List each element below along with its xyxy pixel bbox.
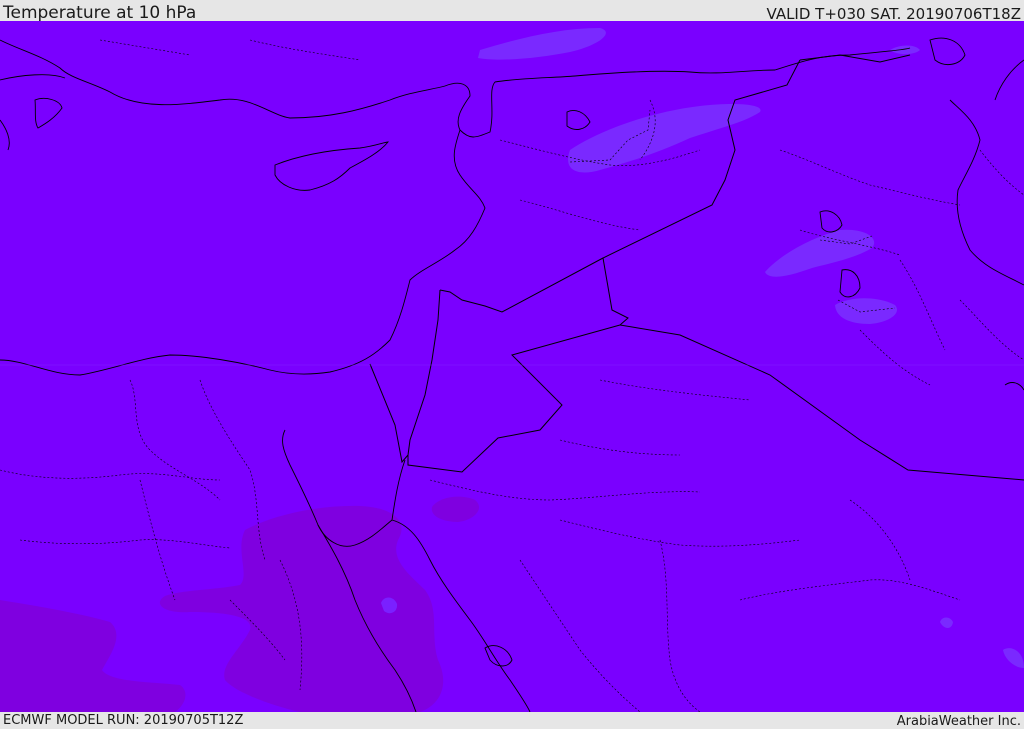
model-run-label: ECMWF MODEL RUN: 20190705T12Z xyxy=(3,713,244,728)
map-area[interactable] xyxy=(0,21,1024,712)
footer-bar: ECMWF MODEL RUN: 20190705T12Z ArabiaWeat… xyxy=(0,712,1024,729)
temperature-field xyxy=(0,21,1024,712)
map-window: Temperature at 10 hPa VALID T+030 SAT. 2… xyxy=(0,0,1024,729)
map-title: Temperature at 10 hPa xyxy=(3,3,197,23)
header-bar: Temperature at 10 hPa VALID T+030 SAT. 2… xyxy=(0,0,1024,23)
credit-label: ArabiaWeather Inc. xyxy=(896,714,1021,729)
weather-map-svg[interactable] xyxy=(0,21,1024,712)
